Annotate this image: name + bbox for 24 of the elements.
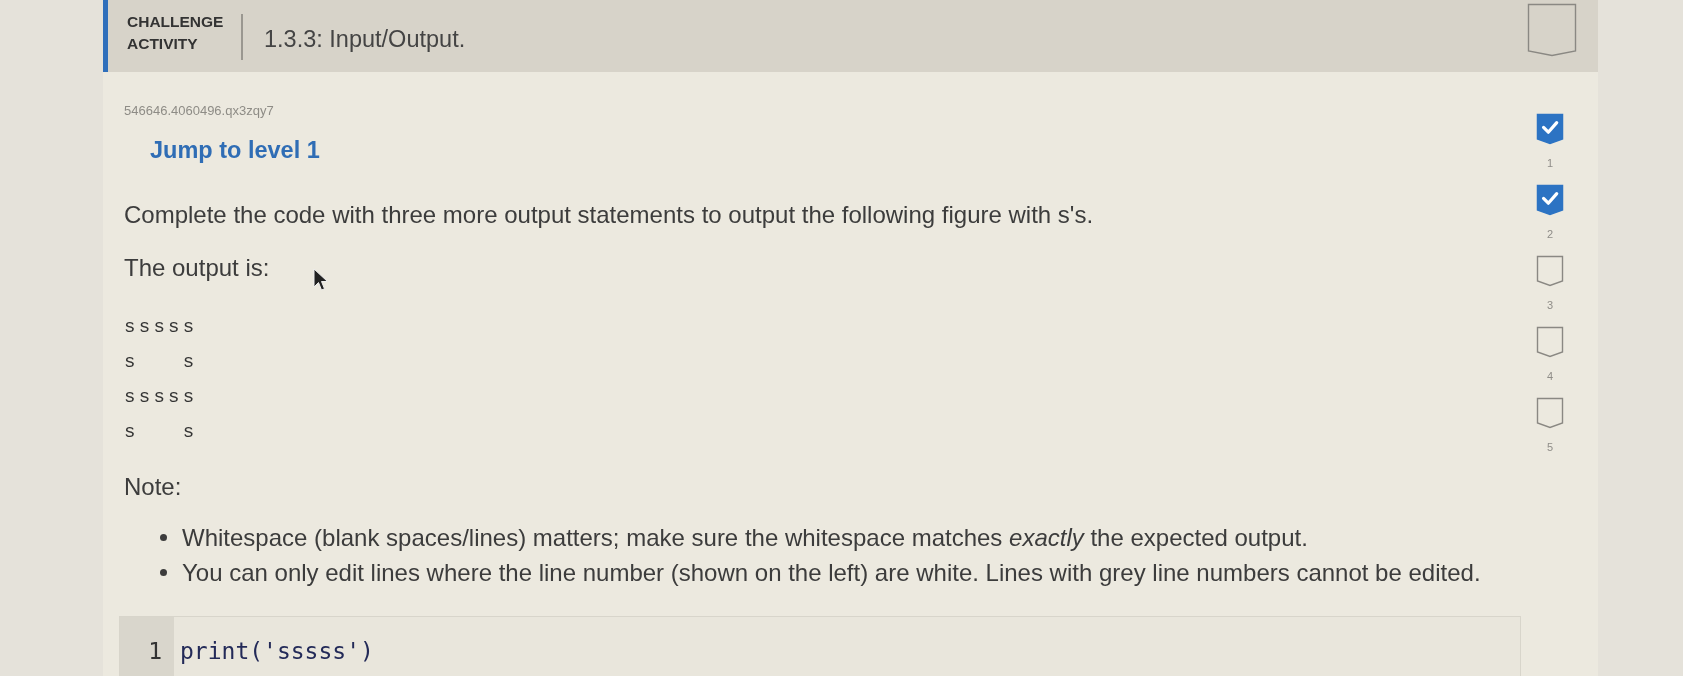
note-text: Whitespace (blank spaces/lines) matters; make sure the whitespace matches exactly the expected output. (182, 523, 1308, 552)
note-text: You can only edit lines where the line number (shown on the left) are white. Lines with grey line numbers cannot be edited. (182, 558, 1481, 587)
instructions-text: Complete the code with three more output statements to output the following figure with s's. (124, 201, 1094, 229)
bullet-icon (160, 534, 167, 541)
code-line: print('sssss') (180, 637, 374, 666)
level-button[interactable]: 5 (1536, 397, 1564, 454)
expected-output-line: s s (124, 350, 198, 375)
level-button[interactable]: 2 (1536, 184, 1564, 241)
note-label: Note: (124, 473, 182, 501)
output-label: The output is: (124, 254, 270, 282)
expected-output-line: s s (124, 420, 198, 445)
level-button[interactable]: 4 (1536, 326, 1564, 383)
jump-to-level-link[interactable]: Jump to level 1 (150, 136, 320, 164)
activity-id: 546646.4060496.qx3zqy7 (124, 102, 274, 120)
level-button[interactable]: 1 (1536, 113, 1564, 170)
expected-output-line: sssss (124, 315, 198, 340)
expected-output-line: sssss (124, 385, 198, 410)
line-number: 1 (148, 637, 162, 666)
bullet-icon (160, 569, 167, 576)
activity-type-label: CHALLENGE ACTIVITY (127, 12, 225, 54)
level-button[interactable]: 3 (1536, 255, 1564, 312)
code-editor[interactable]: 1 print('sssss') (119, 616, 1521, 676)
activity-title: 1.3.3: Input/Output. (264, 25, 467, 54)
mouse-pointer-icon (313, 268, 329, 292)
